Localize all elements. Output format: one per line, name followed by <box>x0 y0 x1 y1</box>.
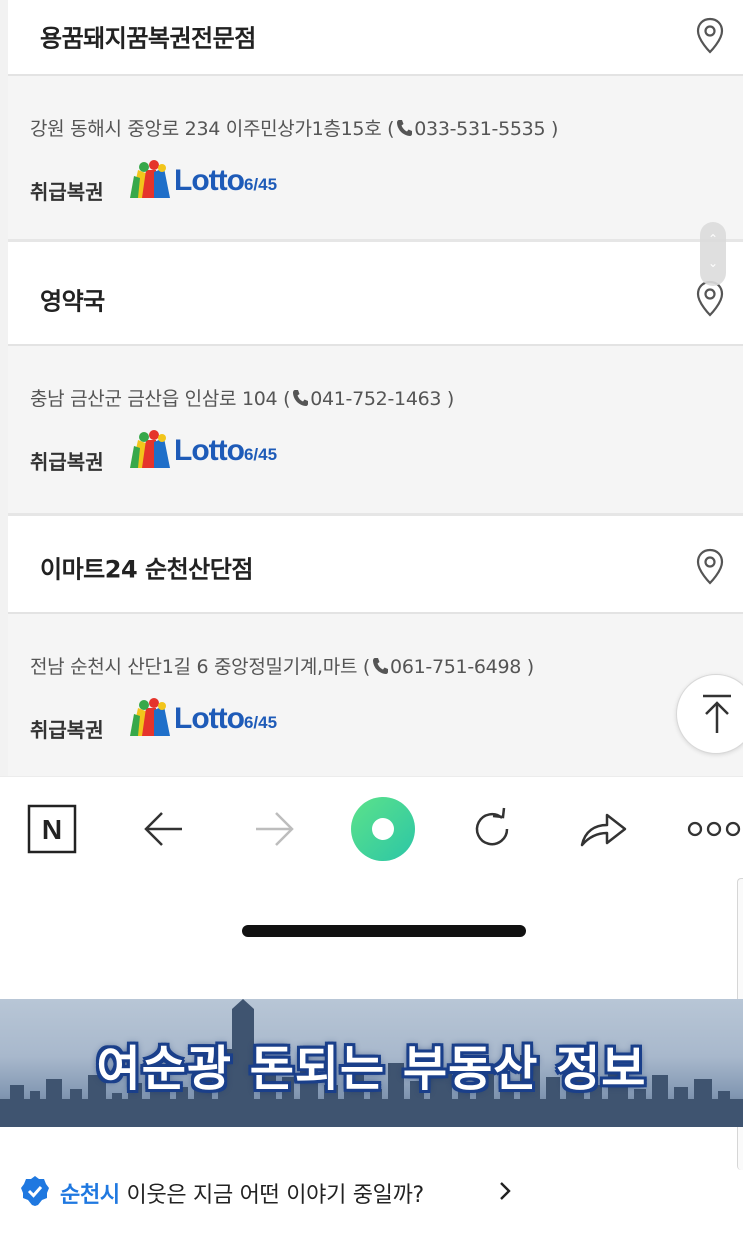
location-pin-icon[interactable] <box>695 548 725 586</box>
store-name: 용꿈돼지꿈복권전문점 <box>40 24 256 53</box>
store-name: 이마트24 순천산단점 <box>40 555 253 584</box>
reload-icon <box>475 807 509 846</box>
handling-lottery-label: 취급복권 <box>30 180 104 204</box>
chevron-right-icon <box>500 1182 511 1200</box>
store-address: 충남 금산군 금산읍 인삼로 104 <box>30 388 278 410</box>
store-name: 영약국 <box>40 287 105 316</box>
store-card-body: 충남 금산군 금산읍 인삼로 104 (041-752-1463 ) 취급복권 … <box>8 346 743 516</box>
store-address: 강원 동해시 중앙로 234 이주민상가1층15호 <box>30 118 382 140</box>
store-phone[interactable]: 061-751-6498 <box>390 656 521 678</box>
phone-paren-close: ) <box>521 656 534 678</box>
naver-label: N <box>42 814 62 845</box>
share-button[interactable] <box>574 797 634 861</box>
home-indicator-bar[interactable] <box>242 925 526 937</box>
phone-icon <box>397 120 413 136</box>
neighbor-city[interactable]: 순천시 <box>60 1183 120 1208</box>
store-card-body: 강원 동해시 중앙로 234 이주민상가1층15호 (033-531-5535 … <box>8 76 743 242</box>
lotto-logo-main: Lotto <box>174 434 245 467</box>
store-phone[interactable]: 033-531-5535 <box>414 118 545 140</box>
green-home-button[interactable] <box>346 797 420 861</box>
forward-button[interactable] <box>244 797 304 861</box>
store-card-body: 전남 순천시 산단1길 6 중앙정밀기계,마트 (061-751-6498 ) … <box>8 614 743 776</box>
lotto-emblem-icon <box>130 430 170 468</box>
store-address-line: 강원 동해시 중앙로 234 이주민상가1층15호 (033-531-5535 … <box>30 114 558 141</box>
store-phone[interactable]: 041-752-1463 <box>310 388 441 410</box>
neighbor-talk-text: 순천시 이웃은 지금 어떤 이야기 중일까? <box>60 1177 424 1209</box>
lotto-logo-main: Lotto <box>174 164 245 197</box>
store-address-line: 충남 금산군 금산읍 인삼로 104 (041-752-1463 ) <box>30 384 454 411</box>
store-card[interactable]: 영약국 충남 금산군 금산읍 인삼로 104 (041-752-1463 ) 취… <box>8 254 743 516</box>
store-address-line: 전남 순천시 산단1길 6 중앙정밀기계,마트 (061-751-6498 ) <box>30 652 534 679</box>
share-arrow-icon <box>580 813 627 847</box>
lotto-logo-text: Lotto6/45 <box>174 702 277 736</box>
list-left-edge <box>0 0 8 776</box>
arrow-right-icon <box>256 812 294 846</box>
lotto-logo: Lotto6/45 <box>128 160 298 202</box>
neighbor-question: 이웃은 지금 어떤 이야기 중일까? <box>126 1183 425 1208</box>
phone-icon <box>293 390 309 406</box>
neighbor-talk-link[interactable]: 순천시 이웃은 지금 어떤 이야기 중일까? <box>0 1127 737 1238</box>
lotto-logo: Lotto6/45 <box>128 698 298 740</box>
handling-lottery-label: 취급복권 <box>30 718 104 742</box>
arrow-up-to-top-icon <box>703 694 731 733</box>
location-pin-icon[interactable] <box>695 17 725 55</box>
handling-lottery-label: 취급복권 <box>30 450 104 474</box>
store-address: 전남 순천시 산단1길 6 중앙정밀기계,마트 <box>30 656 358 678</box>
lotto-logo-sub: 6/45 <box>243 713 278 732</box>
store-card-header[interactable]: 영약국 <box>8 254 743 346</box>
lotto-logo-sub: 6/45 <box>243 175 278 194</box>
lotto-emblem-icon <box>130 698 170 736</box>
store-card[interactable]: 용꿈돼지꿈복권전문점 강원 동해시 중앙로 234 이주민상가1층15호 (03… <box>8 0 743 242</box>
lotto-logo-sub: 6/45 <box>243 445 278 464</box>
phone-icon <box>373 658 389 674</box>
banner-title: 여순광 돈되는 부동산 정보 <box>96 1041 647 1097</box>
scroll-indicator[interactable]: ⌃ ⌄ <box>700 222 726 286</box>
lotto-logo: Lotto6/45 <box>128 430 298 472</box>
arrow-left-icon <box>144 812 182 846</box>
phone-paren-open: ( <box>283 388 291 410</box>
reload-button[interactable] <box>462 797 522 861</box>
store-card[interactable]: 이마트24 순천산단점 전남 순천시 산단1길 6 중앙정밀기계,마트 (061… <box>8 522 743 776</box>
phone-paren-open: ( <box>387 118 395 140</box>
more-dots-icon <box>687 821 741 837</box>
more-button[interactable] <box>684 797 743 861</box>
promo-banner[interactable]: 여순광 돈되는 부동산 정보 <box>0 999 743 1127</box>
phone-paren-open: ( <box>362 656 371 678</box>
verified-check-icon <box>21 1176 49 1206</box>
green-circle-icon <box>351 797 415 861</box>
browser-toolbar: N <box>0 776 743 880</box>
store-card-header[interactable]: 이마트24 순천산단점 <box>8 522 743 614</box>
store-list: 용꿈돼지꿈복권전문점 강원 동해시 중앙로 234 이주민상가1층15호 (03… <box>0 0 743 776</box>
lotto-logo-main: Lotto <box>174 702 245 735</box>
lotto-emblem-icon <box>130 160 170 198</box>
store-card-header[interactable]: 용꿈돼지꿈복권전문점 <box>8 0 743 76</box>
lotto-logo-text: Lotto6/45 <box>174 164 277 198</box>
phone-paren-close: ) <box>441 388 455 410</box>
scroll-up-icon[interactable]: ⌃ <box>700 232 726 246</box>
naver-button[interactable]: N <box>22 797 82 861</box>
lotto-logo-text: Lotto6/45 <box>174 434 277 468</box>
phone-paren-close: ) <box>545 118 559 140</box>
scroll-down-icon[interactable]: ⌄ <box>700 256 726 270</box>
back-button[interactable] <box>134 797 194 861</box>
naver-n-icon: N <box>27 804 77 854</box>
